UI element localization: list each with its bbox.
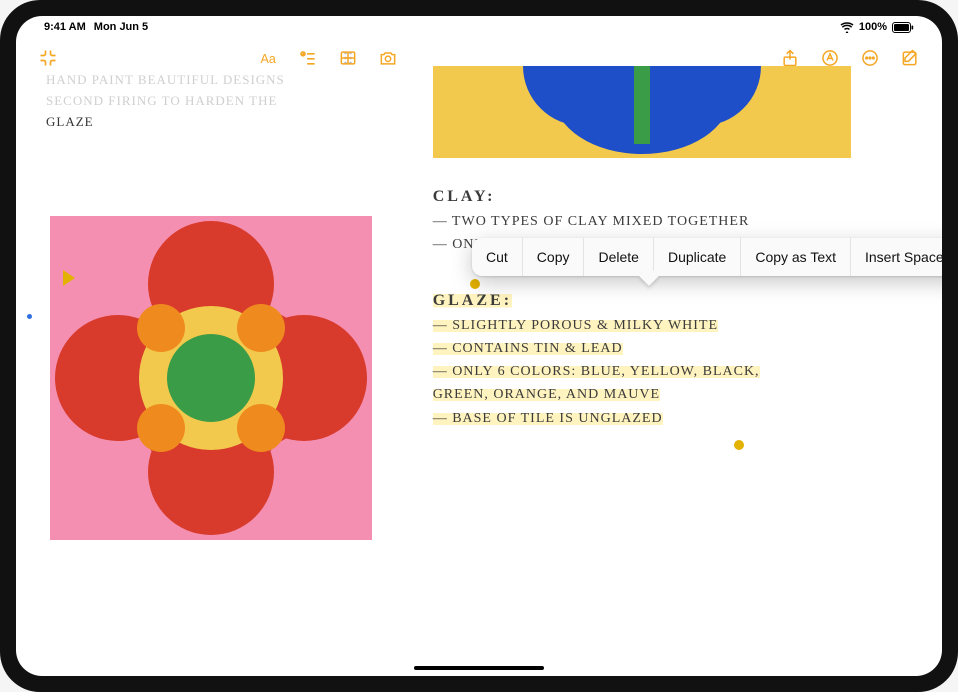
context-menu-insert-space-above[interactable]: Insert Space Above [851, 238, 942, 276]
handwriting-line: — TWO TYPES OF CLAY MIXED TOGETHER [433, 210, 926, 233]
blue-flower-banner[interactable] [433, 66, 851, 158]
context-menu-copy[interactable]: Copy [523, 238, 585, 276]
section-heading: GLAZE: [433, 292, 926, 310]
context-menu-delete[interactable]: Delete [584, 238, 653, 276]
battery-pct: 100% [859, 21, 887, 33]
selection-handle-top[interactable] [470, 279, 480, 289]
handwriting-line: — ONLY 6 COLORS: BLUE, YELLOW, BLACK, [433, 360, 926, 383]
selection-handle-bottom[interactable] [734, 440, 744, 450]
handwriting-line: GREEN, ORANGE, AND MAUVE [433, 383, 926, 406]
context-menu-cut[interactable]: Cut [472, 238, 523, 276]
section-heading: CLAY: [433, 188, 926, 206]
left-column: HAND PAINT BEAUTIFUL DESIGNS SECOND FIRI… [16, 76, 433, 676]
home-indicator[interactable] [414, 666, 544, 670]
handwriting-line: — BASE OF TILE IS UNGLAZED [433, 407, 926, 430]
context-menu: Cut Copy Delete Duplicate Copy as Text I… [472, 238, 942, 276]
handwriting-line: HAND PAINT BEAUTIFUL DESIGNS [46, 70, 433, 91]
right-column: CLAY: — TWO TYPES OF CLAY MIXED TOGETHER… [433, 76, 942, 676]
pink-flower-drawing[interactable] [50, 216, 372, 540]
wifi-icon [840, 22, 854, 33]
compose-button[interactable] [894, 42, 926, 74]
svg-text:Aa: Aa [261, 52, 276, 66]
context-menu-duplicate[interactable]: Duplicate [654, 238, 741, 276]
screen: 9:41 AM Mon Jun 5 100% Aa [16, 16, 942, 676]
more-button[interactable] [854, 42, 886, 74]
handwriting-line: — SLIGHTLY POROUS & MILKY WHITE [433, 314, 926, 337]
side-app-indicator[interactable] [27, 314, 32, 319]
note-content: HAND PAINT BEAUTIFUL DESIGNS SECOND FIRI… [16, 76, 942, 676]
context-menu-copy-as-text[interactable]: Copy as Text [741, 238, 851, 276]
battery-icon [892, 22, 914, 33]
status-date: Mon Jun 5 [94, 21, 148, 33]
ipad-frame: 9:41 AM Mon Jun 5 100% Aa [0, 0, 958, 692]
status-bar: 9:41 AM Mon Jun 5 100% [16, 16, 942, 36]
scroll-position-indicator [63, 270, 75, 286]
status-time: 9:41 AM [44, 21, 86, 33]
glaze-section[interactable]: GLAZE: — SLIGHTLY POROUS & MILKY WHITE —… [433, 292, 926, 429]
handwriting-line: — CONTAINS TIN & LEAD [433, 337, 926, 360]
handwriting-line: GLAZE [46, 112, 433, 133]
top-left-handwriting: HAND PAINT BEAUTIFUL DESIGNS SECOND FIRI… [46, 70, 433, 132]
handwriting-line: SECOND FIRING TO HARDEN THE [46, 91, 433, 112]
